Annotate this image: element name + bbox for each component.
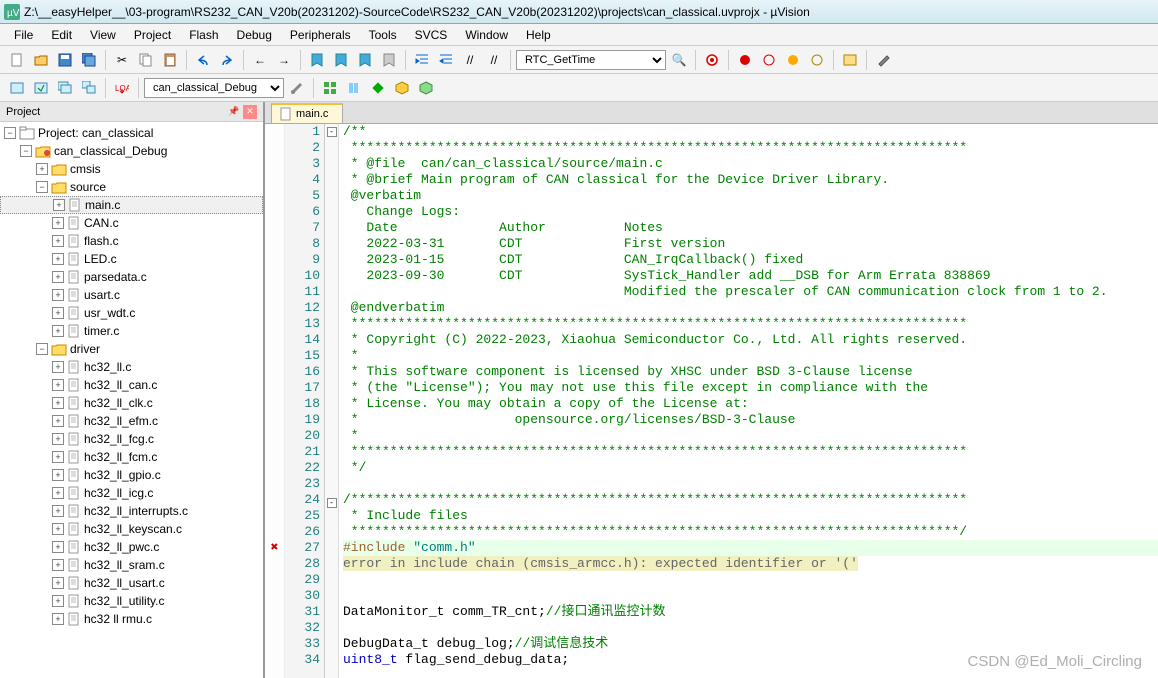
nav-fwd-icon[interactable]: → <box>273 49 295 71</box>
tree-item[interactable]: +main.c <box>0 196 263 214</box>
target-combo[interactable]: can_classical_Debug <box>144 78 284 98</box>
tree-item[interactable]: +hc32_ll_clk.c <box>0 394 263 412</box>
tree-item[interactable]: +hc32_ll_gpio.c <box>0 466 263 484</box>
undo-icon[interactable] <box>192 49 214 71</box>
tree-item[interactable]: +hc32_ll_efm.c <box>0 412 263 430</box>
menu-flash[interactable]: Flash <box>181 26 226 44</box>
redo-icon[interactable] <box>216 49 238 71</box>
tree-item[interactable]: +hc32_ll_keyscan.c <box>0 520 263 538</box>
project-pane-header: Project 📌 ✕ <box>0 102 263 122</box>
app-icon: µV <box>4 4 20 20</box>
menu-peripherals[interactable]: Peripherals <box>282 26 359 44</box>
tree-item[interactable]: +usr_wdt.c <box>0 304 263 322</box>
tree-item[interactable]: +hc32_ll_usart.c <box>0 574 263 592</box>
tab-label: main.c <box>296 108 328 120</box>
toolbar-main: ✂ ← → // // RTC_GetTime 🔍 <box>0 46 1158 74</box>
pane-pin-icon[interactable]: 📌 <box>227 105 241 119</box>
open-icon[interactable] <box>30 49 52 71</box>
tree-item[interactable]: +usart.c <box>0 286 263 304</box>
cut-icon[interactable]: ✂ <box>111 49 133 71</box>
translate-icon[interactable] <box>6 77 28 99</box>
menu-svcs[interactable]: SVCS <box>407 26 456 44</box>
menu-help[interactable]: Help <box>518 26 559 44</box>
tree-item[interactable]: +hc32_ll_sram.c <box>0 556 263 574</box>
build-icon[interactable] <box>30 77 52 99</box>
toolbar-build: LOAD can_classical_Debug <box>0 74 1158 102</box>
menu-edit[interactable]: Edit <box>43 26 80 44</box>
bookmark-prev-icon[interactable] <box>330 49 352 71</box>
config-icon[interactable] <box>872 49 894 71</box>
titlebar: µV Z:\__easyHelper__\03-program\RS232_CA… <box>0 0 1158 24</box>
menu-view[interactable]: View <box>82 26 124 44</box>
tree-item[interactable]: +CAN.c <box>0 214 263 232</box>
bookmark-next-icon[interactable] <box>354 49 376 71</box>
project-pane-title: Project <box>6 106 40 118</box>
window-title: Z:\__easyHelper__\03-program\RS232_CAN_V… <box>24 5 810 19</box>
new-icon[interactable] <box>6 49 28 71</box>
books-icon[interactable] <box>343 77 365 99</box>
project-pane: Project 📌 ✕ −Project: can_classical−can_… <box>0 102 265 678</box>
tree-item[interactable]: +hc32_ll_pwc.c <box>0 538 263 556</box>
tree-item[interactable]: +hc32_ll_interrupts.c <box>0 502 263 520</box>
comment-icon[interactable]: // <box>459 49 481 71</box>
tree-item[interactable]: −Project: can_classical <box>0 124 263 142</box>
copy-icon[interactable] <box>135 49 157 71</box>
breakpoint2-icon[interactable] <box>758 49 780 71</box>
tree-item[interactable]: +parsedata.c <box>0 268 263 286</box>
outdent-icon[interactable] <box>435 49 457 71</box>
breakpoint3-icon[interactable] <box>782 49 804 71</box>
tree-item[interactable]: −can_classical_Debug <box>0 142 263 160</box>
uncomment-icon[interactable]: // <box>483 49 505 71</box>
tree-item[interactable]: +hc32_ll_fcm.c <box>0 448 263 466</box>
tree-item[interactable]: +hc32_ll_fcg.c <box>0 430 263 448</box>
pack2-icon[interactable] <box>415 77 437 99</box>
pack-icon[interactable] <box>391 77 413 99</box>
menu-project[interactable]: Project <box>126 26 179 44</box>
rebuild-icon[interactable] <box>54 77 76 99</box>
manage-icon[interactable] <box>319 77 341 99</box>
tree-item[interactable]: +timer.c <box>0 322 263 340</box>
project-tree[interactable]: −Project: can_classical−can_classical_De… <box>0 122 263 678</box>
paste-icon[interactable] <box>159 49 181 71</box>
code-area[interactable]: ✖ 12345678910111213141516171819202122232… <box>265 124 1158 678</box>
nav-back-icon[interactable]: ← <box>249 49 271 71</box>
file-icon <box>280 107 292 121</box>
tree-item[interactable]: +hc32_ll_can.c <box>0 376 263 394</box>
editor-pane: main.c ✖ 1234567891011121314151617181920… <box>265 102 1158 678</box>
download-icon[interactable]: LOAD <box>111 77 133 99</box>
save-all-icon[interactable] <box>78 49 100 71</box>
save-icon[interactable] <box>54 49 76 71</box>
bookmark-icon[interactable] <box>306 49 328 71</box>
debug-icon[interactable] <box>701 49 723 71</box>
tree-item[interactable]: −driver <box>0 340 263 358</box>
tree-item[interactable]: +cmsis <box>0 160 263 178</box>
window-icon[interactable] <box>839 49 861 71</box>
target-options-icon[interactable] <box>286 77 308 99</box>
menu-debug[interactable]: Debug <box>229 26 280 44</box>
menubar: FileEditViewProjectFlashDebugPeripherals… <box>0 24 1158 46</box>
menu-window[interactable]: Window <box>457 26 516 44</box>
tree-item[interactable]: +LED.c <box>0 250 263 268</box>
find-icon[interactable]: 🔍 <box>668 49 690 71</box>
indent-icon[interactable] <box>411 49 433 71</box>
tree-item[interactable]: +flash.c <box>0 232 263 250</box>
breakpoint4-icon[interactable] <box>806 49 828 71</box>
svg-text:µV: µV <box>7 8 20 19</box>
pane-close-icon[interactable]: ✕ <box>243 105 257 119</box>
editor-tab-main[interactable]: main.c <box>271 103 343 123</box>
tree-item[interactable]: +hc32_ll.c <box>0 358 263 376</box>
bookmark-clear-icon[interactable] <box>378 49 400 71</box>
find-combo[interactable]: RTC_GetTime <box>516 50 666 70</box>
tree-item[interactable]: +hc32 ll rmu.c <box>0 610 263 628</box>
tree-item[interactable]: +hc32_ll_icg.c <box>0 484 263 502</box>
tree-item[interactable]: +hc32_ll_utility.c <box>0 592 263 610</box>
batch-build-icon[interactable] <box>78 77 100 99</box>
editor-tab-strip: main.c <box>265 102 1158 124</box>
menu-file[interactable]: File <box>6 26 41 44</box>
rte-icon[interactable] <box>367 77 389 99</box>
breakpoint-icon[interactable] <box>734 49 756 71</box>
menu-tools[interactable]: Tools <box>361 26 405 44</box>
tree-item[interactable]: −source <box>0 178 263 196</box>
